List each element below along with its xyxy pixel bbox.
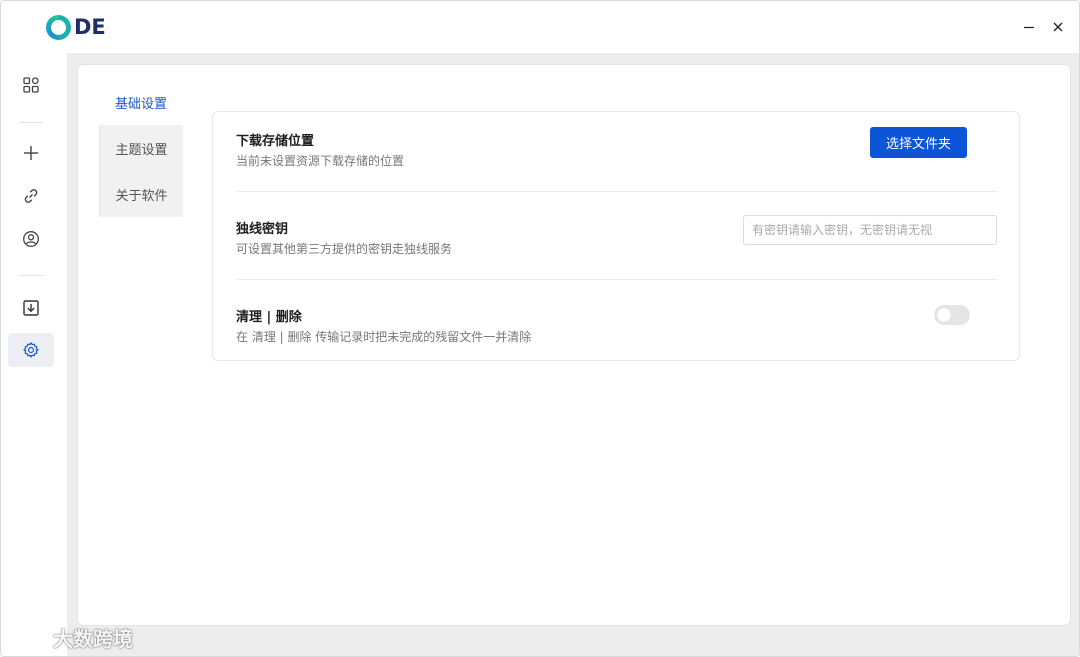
sidebar-item-download[interactable] [8, 291, 54, 325]
icon-sidebar [1, 53, 64, 656]
link-icon [24, 189, 38, 203]
cleanup-title: 清理 | 删除 [236, 310, 302, 325]
tab-about-software[interactable]: 关于软件 [99, 171, 183, 217]
cleanup-toggle[interactable] [934, 305, 970, 325]
logo-text: DE [74, 15, 106, 39]
choose-folder-button[interactable]: 选择文件夹 [870, 127, 967, 158]
close-button[interactable] [1046, 15, 1070, 39]
minimize-button[interactable] [1017, 15, 1041, 39]
row-divider [236, 191, 998, 192]
title-bar: DE [1, 1, 1079, 53]
download-location-desc: 当前未设置资源下载存储的位置 [236, 154, 405, 168]
gear-icon [23, 342, 39, 358]
sidebar-item-dashboard[interactable] [8, 68, 54, 102]
row-divider [236, 279, 998, 280]
watermark-logo-icon [11, 626, 47, 647]
watermark-text: 大数跨境 [53, 626, 133, 651]
sidebar-item-account[interactable] [8, 222, 54, 256]
user-circle-icon [23, 231, 39, 247]
plus-icon [24, 146, 38, 160]
download-icon [23, 300, 39, 316]
dedicated-key-desc: 可设置其他第三方提供的密钥走独线服务 [236, 242, 453, 256]
dedicated-key-title: 独线密钥 [236, 222, 289, 237]
tab-theme-settings[interactable]: 主题设置 [99, 125, 183, 171]
settings-panel: 下载存储位置 当前未设置资源下载存储的位置 选择文件夹 独线密钥 可设置其他第三… [212, 111, 1020, 361]
sidebar-item-add[interactable] [8, 136, 54, 170]
close-icon [1053, 22, 1063, 32]
grid-icon [23, 77, 39, 93]
tab-basic-settings[interactable]: 基础设置 [99, 79, 183, 125]
download-location-title: 下载存储位置 [236, 134, 315, 149]
cleanup-desc: 在 清理 | 删除 传输记录时把未完成的残留文件一并清除 [236, 330, 532, 344]
logo-ring-icon [46, 14, 71, 40]
app-logo: DE [46, 14, 106, 40]
sidebar-divider [19, 122, 43, 123]
toggle-knob [937, 308, 951, 322]
minimize-icon [1024, 26, 1034, 29]
watermark: 大数跨境 [9, 623, 133, 651]
dedicated-key-input[interactable] [743, 215, 997, 245]
sidebar-item-settings[interactable] [8, 333, 54, 367]
sidebar-item-link[interactable] [8, 179, 54, 213]
app-window: DE 基础设置 主题设置 关于软件 下载存储位置 当前未设置资源下载存储的位置 … [0, 0, 1080, 657]
sidebar-divider [19, 275, 43, 276]
